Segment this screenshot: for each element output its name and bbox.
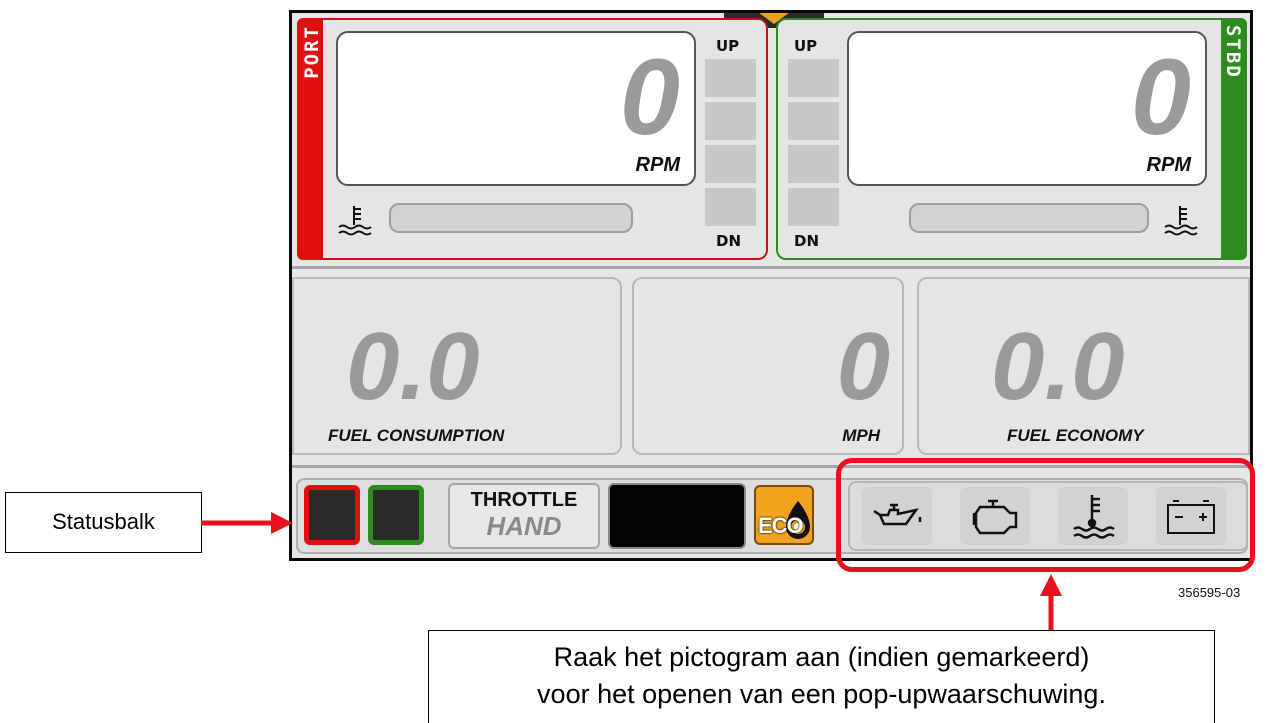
fuel-consumption-gauge[interactable]: 0.0 FUEL CONSUMPTION — [292, 277, 622, 455]
fuel-consumption-value: 0.0 — [346, 313, 480, 420]
port-rpm-display: 0 RPM — [336, 31, 696, 186]
port-trim-segment — [705, 145, 756, 183]
stbd-engine-status-button[interactable] — [368, 485, 424, 545]
stbd-rpm-unit: RPM — [1146, 154, 1191, 176]
port-rpm-value: 0 — [619, 36, 680, 157]
thermometer-icon — [338, 206, 372, 236]
statusbar-arrow — [201, 512, 293, 534]
stbd-trim-segment — [788, 59, 839, 97]
eco-button[interactable]: ECO — [754, 485, 814, 545]
port-trim-up-label: UP — [716, 37, 740, 55]
speed-unit: MPH — [842, 426, 880, 445]
callout-line-1: Raak het pictogram aan (indien gemarkeer… — [553, 642, 1090, 672]
throttle-mode-button[interactable]: THROTTLE HAND — [448, 483, 600, 549]
eco-label: ECO — [758, 513, 804, 538]
stbd-trim-up-label: UP — [794, 37, 818, 55]
throttle-label: THROTTLE — [470, 489, 578, 511]
port-rpm-unit: RPM — [635, 154, 680, 176]
warning-icons-highlight — [836, 458, 1255, 572]
figure-id: 356595-03 — [1178, 585, 1241, 600]
stbd-rpm-value: 0 — [1130, 36, 1191, 157]
divider — [292, 266, 1250, 269]
speed-gauge[interactable]: 0 MPH — [632, 277, 904, 455]
popup-instruction-callout: Raak het pictogram aan (indien gemarkeer… — [428, 630, 1215, 723]
port-trim-segment — [705, 59, 756, 97]
speed-value: 0 — [836, 313, 890, 420]
throttle-mode-value: HAND — [486, 511, 562, 541]
fuel-economy-label: FUEL ECONOMY — [1007, 426, 1144, 445]
stbd-trim-down-label: DN — [794, 232, 820, 250]
statusbar-callout-text: Statusbalk — [52, 509, 155, 534]
stbd-rpm-display: 0 RPM — [847, 31, 1207, 186]
fuel-consumption-label: FUEL CONSUMPTION — [328, 426, 505, 445]
fuel-economy-value: 0.0 — [991, 313, 1125, 420]
port-trim-segment — [705, 188, 756, 226]
status-message-area — [608, 483, 746, 549]
port-label: PORT — [301, 25, 323, 79]
port-temperature-bar — [389, 203, 633, 233]
highlight-arrow — [1040, 574, 1062, 630]
thermometer-icon — [1164, 206, 1198, 236]
stbd-trim-segment — [788, 102, 839, 140]
port-trim-segment — [705, 102, 756, 140]
port-engine-status-button[interactable] — [304, 485, 360, 545]
fuel-economy-gauge[interactable]: 0.0 FUEL ECONOMY — [917, 277, 1250, 455]
statusbar-callout: Statusbalk — [5, 492, 202, 553]
stbd-trim-segment — [788, 145, 839, 183]
port-trim-down-label: DN — [716, 232, 742, 250]
stbd-label: STBD — [1222, 25, 1244, 79]
stbd-trim-segment — [788, 188, 839, 226]
callout-line-2: voor het openen van een pop-upwaarschuwi… — [537, 679, 1106, 709]
stbd-temperature-bar — [909, 203, 1149, 233]
